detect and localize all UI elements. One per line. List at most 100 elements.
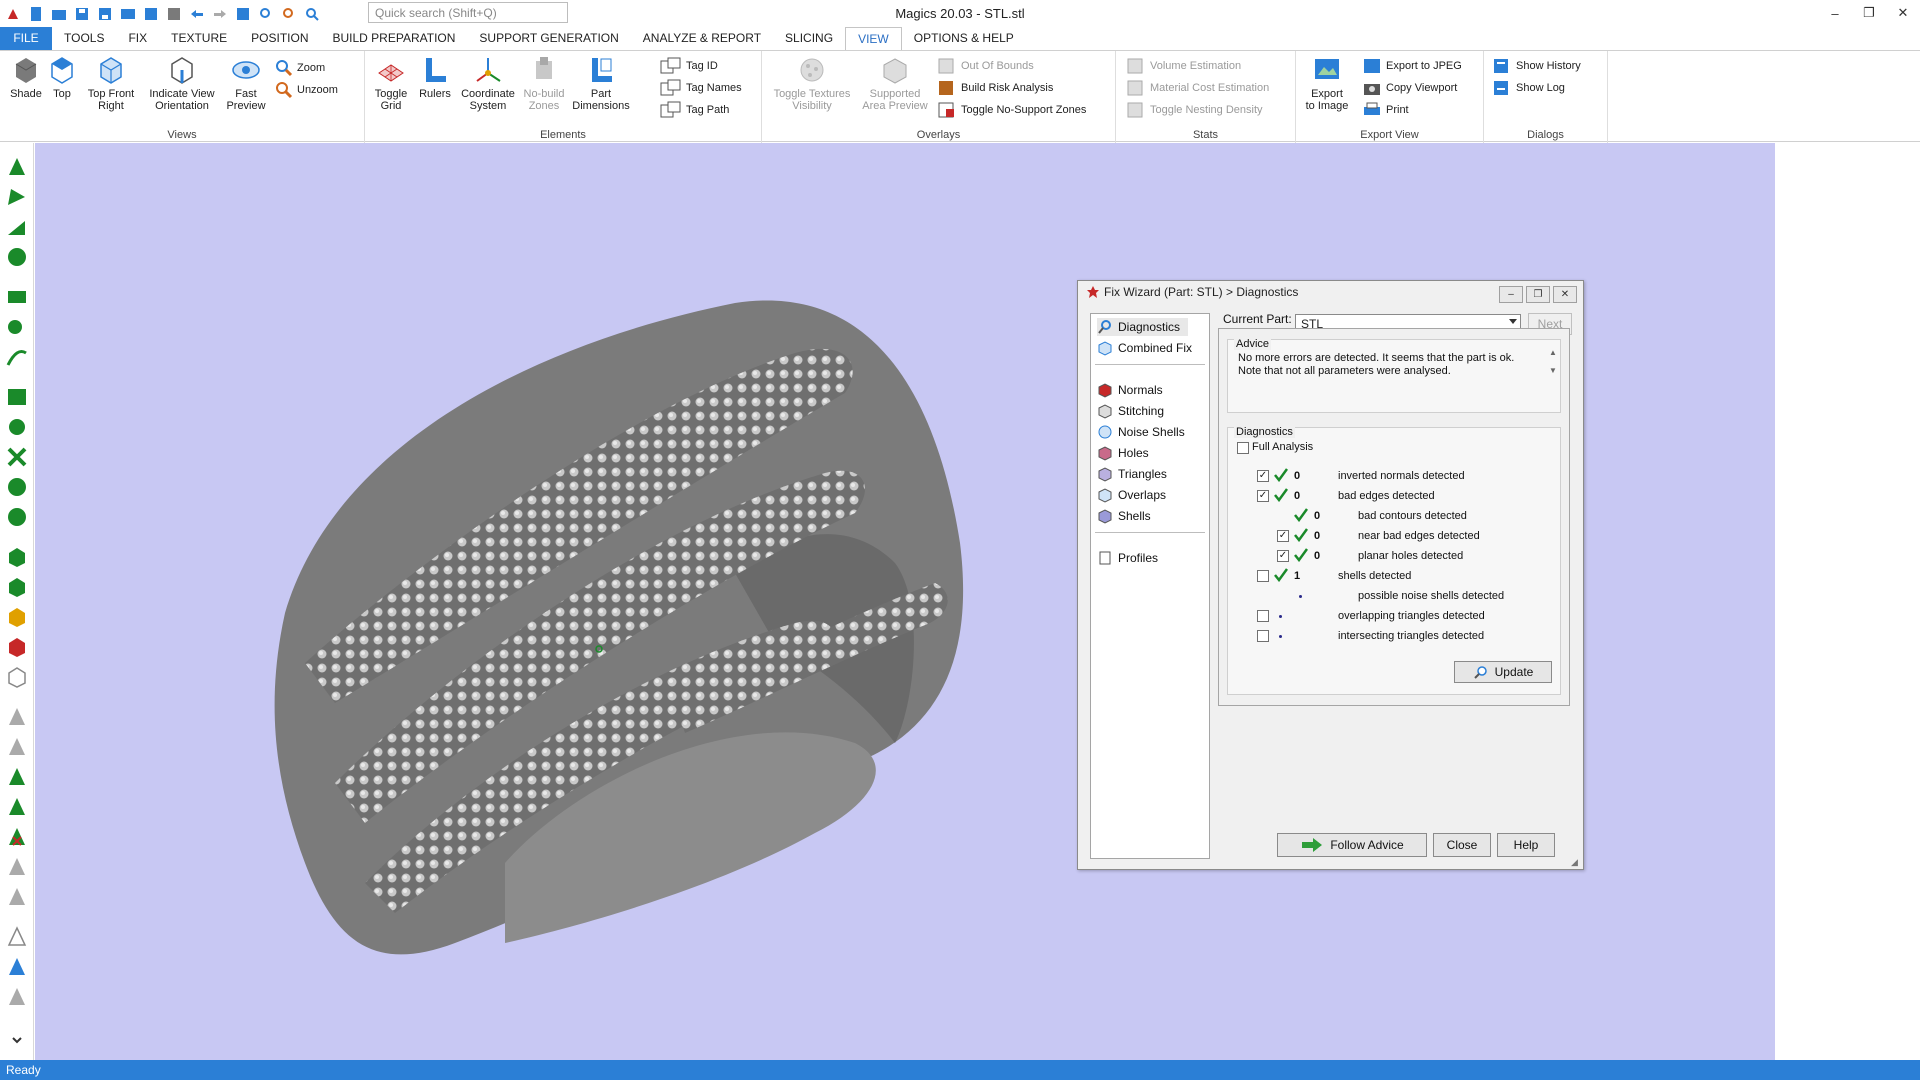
open-file-icon[interactable] xyxy=(50,5,68,23)
intersecting-triangles-checkbox[interactable] xyxy=(1257,630,1269,642)
indicate-view-orientation-button[interactable]: Indicate View Orientation xyxy=(144,55,220,112)
nav-item-triangles[interactable]: Triangles xyxy=(1097,465,1167,483)
close-part-icon[interactable] xyxy=(165,5,183,23)
fast-preview-button[interactable]: Fast Preview xyxy=(222,55,270,112)
unmark-part-icon[interactable] xyxy=(5,635,29,659)
triangle-border-icon[interactable] xyxy=(5,765,29,789)
part-dimensions-button[interactable]: Part Dimensions xyxy=(569,55,633,112)
save-as-icon[interactable] xyxy=(96,5,114,23)
dialog-maximize-button[interactable]: ❐ xyxy=(1526,286,1550,303)
expand-selection-icon[interactable] xyxy=(5,415,29,439)
nav-item-profiles[interactable]: Profiles xyxy=(1097,549,1158,567)
near-bad-edges-checkbox[interactable]: ✓ xyxy=(1277,530,1289,542)
tag-path-button[interactable]: Tag Path xyxy=(660,101,729,119)
help-button[interactable]: Help xyxy=(1497,833,1555,857)
tab-fix[interactable]: FIX xyxy=(116,27,159,51)
shade-button[interactable]: Shade xyxy=(6,55,46,100)
triangle-paint-icon[interactable] xyxy=(5,735,29,759)
tab-support-generation[interactable]: SUPPORT GENERATION xyxy=(467,27,630,51)
mark-curve-icon[interactable] xyxy=(5,315,29,339)
zoom-icon[interactable] xyxy=(257,5,275,23)
follow-advice-button[interactable]: Follow Advice xyxy=(1277,833,1427,857)
show-log-button[interactable]: Show Log xyxy=(1492,79,1565,97)
show-history-button[interactable]: Show History xyxy=(1492,57,1581,75)
nav-item-noise-shells[interactable]: Noise Shells xyxy=(1097,423,1185,441)
mark-plane-icon[interactable] xyxy=(5,285,29,309)
close-button[interactable]: ✕ xyxy=(1886,0,1920,26)
coordinate-system-button[interactable]: Coordinate System xyxy=(457,55,519,112)
copy-viewport-button[interactable]: Copy Viewport xyxy=(1362,79,1457,97)
redo-icon[interactable] xyxy=(211,5,229,23)
mark-part-icon[interactable] xyxy=(5,545,29,569)
volume-estimation-button[interactable]: Volume Estimation xyxy=(1126,57,1241,75)
tab-analyze-report[interactable]: ANALYZE & REPORT xyxy=(631,27,773,51)
mark-box-icon[interactable] xyxy=(5,605,29,629)
select-shell-icon[interactable] xyxy=(5,245,29,269)
toggle-textures-visibility-button[interactable]: Toggle Textures Visibility xyxy=(770,55,854,112)
advice-scrollbar[interactable]: ▲ ▼ xyxy=(1546,348,1560,394)
save-icon[interactable] xyxy=(73,5,91,23)
tab-file[interactable]: FILE xyxy=(0,27,52,51)
export-to-image-button[interactable]: Export to Image xyxy=(1302,55,1352,112)
tab-position[interactable]: POSITION xyxy=(239,27,320,51)
supported-area-preview-button[interactable]: Supported Area Preview xyxy=(860,55,930,112)
export-to-jpeg-button[interactable]: Export to JPEG xyxy=(1362,57,1462,75)
out-of-bounds-button[interactable]: Out Of Bounds xyxy=(937,57,1034,75)
toggle-nesting-density-button[interactable]: Toggle Nesting Density xyxy=(1126,101,1263,119)
no-build-zones-button[interactable]: No-build Zones xyxy=(521,55,567,112)
nav-item-diagnostics[interactable]: Diagnostics xyxy=(1097,318,1189,336)
toggle-grid-button[interactable]: Toggle Grid xyxy=(369,55,413,112)
more-tools-chevron-icon[interactable] xyxy=(5,1029,29,1053)
tab-build-preparation[interactable]: BUILD PREPARATION xyxy=(321,27,468,51)
export-icon[interactable] xyxy=(142,5,160,23)
tab-slicing[interactable]: SLICING xyxy=(773,27,845,51)
import-icon[interactable] xyxy=(119,5,137,23)
nav-item-combined-fix[interactable]: Combined Fix xyxy=(1097,339,1192,357)
nav-item-shells[interactable]: Shells xyxy=(1097,507,1151,525)
select-triangle-icon[interactable] xyxy=(5,185,29,209)
nav-item-stitching[interactable]: Stitching xyxy=(1097,402,1164,420)
tab-tools[interactable]: TOOLS xyxy=(52,27,116,51)
update-button[interactable]: Update xyxy=(1454,661,1552,683)
view-cube-icon[interactable] xyxy=(234,5,252,23)
unzoom-button[interactable]: Unzoom xyxy=(275,81,338,99)
planar-holes-checkbox[interactable]: ✓ xyxy=(1277,550,1289,562)
triangle-area-icon[interactable] xyxy=(5,795,29,819)
minimize-button[interactable]: – xyxy=(1818,0,1852,26)
invert-selection-icon[interactable] xyxy=(5,475,29,499)
top-view-button[interactable]: Top xyxy=(44,55,80,100)
overlapping-triangles-checkbox[interactable] xyxy=(1257,610,1269,622)
shrink-selection-icon[interactable] xyxy=(5,445,29,469)
triangle-outline-icon[interactable] xyxy=(5,925,29,949)
dialog-close-button[interactable]: ✕ xyxy=(1553,286,1577,303)
zoom-button[interactable]: Zoom xyxy=(275,59,325,77)
top-front-right-button[interactable]: Top Front Right xyxy=(82,55,140,112)
nav-item-normals[interactable]: Normals xyxy=(1097,381,1163,399)
resize-grip-icon[interactable]: ◢ xyxy=(1571,857,1581,867)
shells-checkbox[interactable] xyxy=(1257,570,1269,582)
restore-button[interactable]: ❐ xyxy=(1852,0,1886,26)
new-file-icon[interactable] xyxy=(27,5,45,23)
toggle-no-support-zones-button[interactable]: Toggle No-Support Zones xyxy=(937,101,1086,119)
nav-item-holes[interactable]: Holes xyxy=(1097,444,1149,462)
select-surface-icon[interactable] xyxy=(5,215,29,239)
triangle-grey-icon[interactable] xyxy=(5,855,29,879)
tab-view[interactable]: VIEW xyxy=(845,27,902,51)
dialog-minimize-button[interactable]: – xyxy=(1499,286,1523,303)
bad-edges-checkbox[interactable]: ✓ xyxy=(1257,490,1269,502)
material-cost-estimation-button[interactable]: Material Cost Estimation xyxy=(1126,79,1269,97)
inverted-normals-checkbox[interactable]: ✓ xyxy=(1257,470,1269,482)
print-button[interactable]: Print xyxy=(1362,101,1409,119)
close-dialog-button[interactable]: Close xyxy=(1433,833,1491,857)
triangle-blue-icon[interactable] xyxy=(5,955,29,979)
tab-options-help[interactable]: OPTIONS & HELP xyxy=(902,27,1026,51)
mark-path-icon[interactable] xyxy=(5,345,29,369)
undo-icon[interactable] xyxy=(188,5,206,23)
tag-id-button[interactable]: Tag ID xyxy=(660,57,718,75)
unzoom-icon[interactable] xyxy=(280,5,298,23)
quick-search-input[interactable]: Quick search (Shift+Q) xyxy=(368,2,568,23)
full-analysis-checkbox[interactable] xyxy=(1237,442,1249,454)
triangle-mark-icon[interactable] xyxy=(5,885,29,909)
triangle-select-icon[interactable] xyxy=(5,705,29,729)
hide-part-icon[interactable] xyxy=(5,665,29,689)
